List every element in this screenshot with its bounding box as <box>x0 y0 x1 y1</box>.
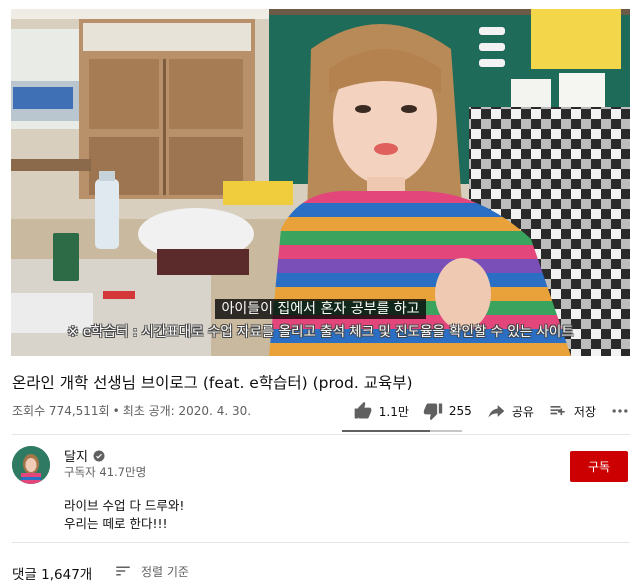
like-count: 1.1만 <box>378 404 409 419</box>
description-line: 우리는 떼로 한다!!! <box>64 516 168 531</box>
meta-separator: • <box>112 404 120 418</box>
sort-label: 정렬 기준 <box>141 564 189 579</box>
view-count: 조회수 774,511회 <box>12 404 110 418</box>
video-frame-illustration <box>11 9 630 356</box>
channel-name-label: 달지 <box>64 450 88 465</box>
like-ratio-fill <box>342 430 430 432</box>
more-horizontal-icon <box>612 409 628 413</box>
video-meta: 조회수 774,511회 • 최초 공개: 2020. 4. 30. <box>12 402 251 419</box>
verified-check-icon <box>93 450 105 461</box>
video-info-row: 조회수 774,511회 • 최초 공개: 2020. 4. 30. 1.1만 25… <box>12 400 630 422</box>
action-bar: 1.1만 255 공유 저장 <box>339 400 630 422</box>
video-description: 라이브 수업 다 드루와! 우리는 떼로 한다!!! <box>64 497 184 533</box>
divider <box>12 434 630 435</box>
avatar-image <box>12 446 50 484</box>
channel-name[interactable]: 달지 <box>64 446 105 465</box>
channel-avatar[interactable] <box>12 446 50 484</box>
share-button[interactable]: 공유 <box>486 400 534 422</box>
comment-count: 댓글 1,647개 <box>12 567 93 583</box>
playlist-add-icon <box>550 406 565 416</box>
dislike-count: 255 <box>448 404 472 418</box>
more-actions-button[interactable] <box>610 400 630 422</box>
like-dislike-ratio-bar <box>342 430 462 432</box>
divider <box>12 542 630 543</box>
subscriber-count: 구독자 41.7만명 <box>64 465 147 479</box>
thumbs-down-icon <box>423 403 443 421</box>
sort-comments-button[interactable]: 정렬 기준 <box>113 562 189 580</box>
video-player[interactable]: 아이들이 집에서 혼자 공부를 하고 ※ e학습터 : 시간표대로 수업 자료를… <box>11 9 630 356</box>
sort-icon <box>116 566 130 576</box>
like-button[interactable]: 1.1만 <box>353 400 409 422</box>
video-title: 온라인 개학 선생님 브이로그 (feat. e학습터) (prod. 교육부) <box>12 374 413 392</box>
save-label: 저장 <box>573 404 596 419</box>
dislike-button[interactable]: 255 <box>423 400 472 422</box>
publish-date: 최초 공개: 2020. 4. 30. <box>122 404 252 418</box>
save-button[interactable]: 저장 <box>548 400 596 422</box>
share-arrow-icon <box>488 405 505 418</box>
thumbs-up-icon <box>354 401 372 419</box>
share-label: 공유 <box>511 404 534 419</box>
subscribe-button[interactable]: 구독 <box>570 451 628 482</box>
description-line: 라이브 수업 다 드루와! <box>64 498 185 513</box>
